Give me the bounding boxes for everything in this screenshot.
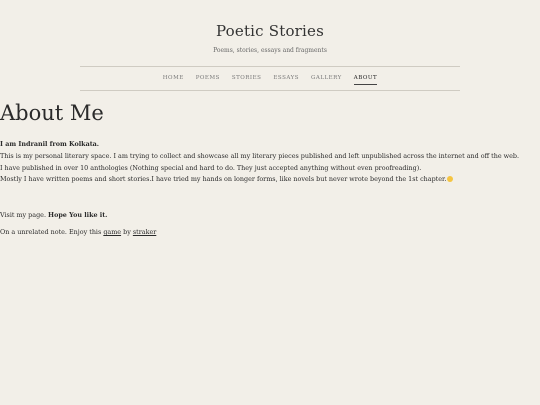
nav-home[interactable]: HOME	[163, 74, 184, 85]
nav-about[interactable]: ABOUT	[353, 74, 378, 85]
site-header: Poetic Stories Poems, stories, essays an…	[0, 0, 540, 55]
visit-bold: Hope You like it.	[48, 211, 108, 220]
nav-divider-bottom	[80, 90, 460, 91]
grinning-face-sweat-icon	[447, 176, 454, 183]
nav-essays[interactable]: ESSAYS	[273, 74, 299, 85]
game-link[interactable]: game	[103, 228, 121, 236]
nav-divider-top	[80, 66, 460, 67]
site-title[interactable]: Poetic Stories	[0, 22, 540, 40]
paragraph-line-1: This is my personal literary space. I am…	[0, 151, 520, 160]
intro-text: I am Indranil from Kolkata.	[0, 140, 100, 148]
author-link[interactable]: straker	[133, 228, 156, 236]
by-text: by	[123, 227, 131, 236]
page-title: About Me	[0, 101, 104, 125]
main-content: About Me I am Indranil from Kolkata. Thi…	[0, 100, 540, 239]
nav-stories[interactable]: STORIES	[232, 74, 262, 85]
visit-prefix: Visit my page.	[0, 211, 46, 220]
nav-poems[interactable]: POEMS	[196, 74, 220, 85]
paragraph-line-3: Mostly I have written poems and short st…	[0, 174, 540, 186]
nav-gallery[interactable]: GALLERY	[311, 74, 342, 85]
visit-line: Visit my page. Hope You like it.	[0, 210, 540, 222]
site-tagline: Poems, stories, essays and fragments	[213, 47, 327, 54]
paragraph-line-3-text: Mostly I have written poems and short st…	[0, 175, 447, 184]
paragraph-line-2: I have published in over 10 anthologies …	[0, 163, 422, 172]
main-nav: HOME POEMS STORIES ESSAYS GALLERY ABOUT	[80, 74, 460, 85]
note-prefix: On a unrelated note. Enjoy this	[0, 227, 102, 236]
note-line: On a unrelated note. Enjoy this game by …	[0, 227, 540, 239]
